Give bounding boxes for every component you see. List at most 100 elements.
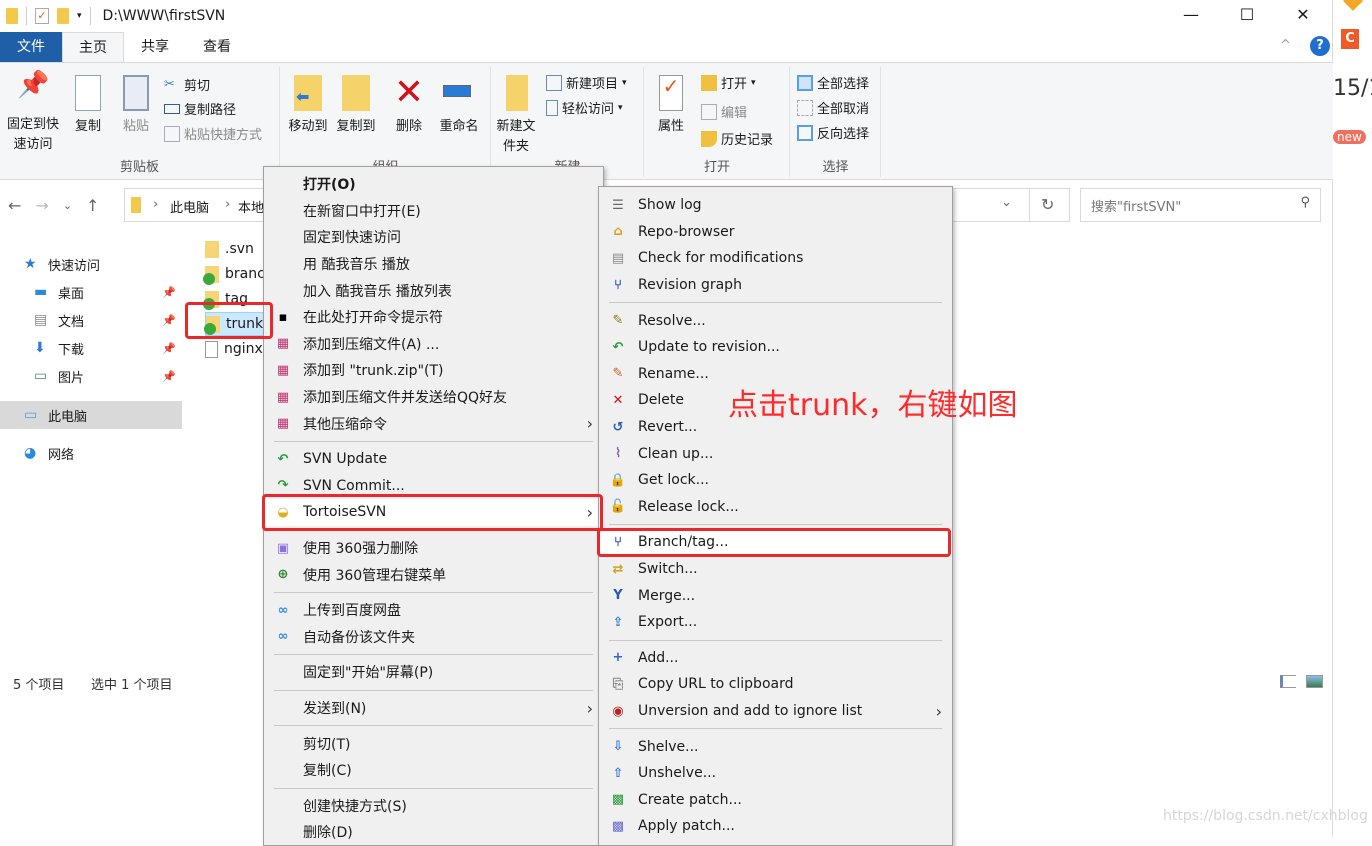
details-view-icon[interactable] [1280,675,1296,688]
forward-icon[interactable]: → [35,196,48,215]
large-icons-view-icon[interactable] [1306,675,1323,688]
address-dropdown-icon[interactable]: ⌄ [1001,195,1012,210]
open-button[interactable]: 打开 ▾ [701,73,756,92]
nav-item[interactable]: ▭ 图片 📌 [0,362,182,390]
menu-item[interactable]: 删除(D) [264,819,603,846]
easy-access-button[interactable]: 轻松访问 ▾ [546,98,623,117]
pin-icon[interactable]: 📌 [162,342,176,355]
nav-item[interactable]: ⬇ 下载 📌 [0,334,182,362]
menu-item[interactable]: ▩ Apply patch... [599,813,952,840]
menu-item[interactable]: ☰ Show log [599,192,952,219]
history-button[interactable]: 历史记录 [701,129,773,148]
menu-item[interactable]: ∞ 自动备份该文件夹 [264,624,603,651]
menu-item[interactable]: ⇄ Switch... [599,556,952,583]
select-none-button[interactable]: 全部取消 [797,98,869,117]
paste-button[interactable]: 粘贴 [118,75,154,137]
menu-item[interactable]: ⊕ 使用 360管理右键菜单 [264,561,603,588]
menu-item[interactable]: 发送到(N) › [264,695,603,722]
close-button[interactable]: ✕ [1275,0,1331,30]
menu-item[interactable]: 剪切(T) [264,730,603,757]
menu-item-label: 打开(O) [303,177,356,194]
menu-item[interactable]: ▦ 添加到压缩文件(A) ... [264,331,603,358]
menu-item[interactable]: Y Merge... [599,582,952,609]
maximize-button[interactable]: ☐ [1219,0,1275,30]
menu-item[interactable]: ▣ 使用 360强力删除 [264,535,603,562]
customize-toolbar-icon[interactable]: ▾ [77,11,82,21]
menu-item[interactable]: 创建快捷方式(S) [264,793,603,820]
add-icon: + [612,650,624,666]
menu-item[interactable]: 加入 酷我音乐 播放列表 [264,277,603,304]
paste-shortcut-button[interactable]: 粘贴快捷方式 [164,124,262,143]
new-folder-button[interactable]: 新建文件夹 [494,75,540,157]
menu-item[interactable]: + Add... [599,645,952,672]
menu-item[interactable]: 打开(O) [264,171,603,198]
tab-home[interactable]: 主页 [62,32,124,62]
select-all-button[interactable]: 全部选择 [797,73,869,92]
menu-item[interactable]: ▪ 在此处打开命令提示符 [264,304,603,331]
help-icon[interactable]: ? [1310,36,1330,56]
menu-item[interactable]: ↶ Update to revision... [599,334,952,361]
breadcrumb-local-disk[interactable]: 本地 [238,197,264,216]
menu-item[interactable]: ⑂ Revision graph [599,272,952,299]
minimize-button[interactable]: — [1163,0,1219,30]
edit-button[interactable]: 编辑 [701,102,747,121]
refresh-icon[interactable]: ↻ [1041,195,1054,214]
menu-item[interactable]: ⇪ Export... [599,609,952,636]
rename-button[interactable]: 重命名 [435,75,483,137]
new-item-button[interactable]: 新建项目 ▾ [546,73,627,92]
menu-item[interactable]: 🔒 Get lock... [599,467,952,494]
menu-item[interactable]: ▦ 添加到压缩文件并发送给QQ好友 [264,384,603,411]
tab-view[interactable]: 查看 [186,32,248,62]
new-folder-quick-icon[interactable] [57,8,69,24]
up-icon[interactable]: ↑ [86,196,99,215]
menu-item[interactable]: 在新窗口中打开(E) [264,198,603,225]
pin-icon[interactable]: 📌 [162,314,176,327]
menu-item[interactable]: ⌂ Repo-browser [599,219,952,246]
menu-item[interactable]: ⌇ Clean up... [599,440,952,467]
invert-selection-button[interactable]: 反向选择 [797,123,869,142]
properties-quick-icon[interactable]: ✓ [35,8,49,24]
delete-button[interactable]: ✕ 删除 [391,75,427,137]
menu-item[interactable]: ▦ 其他压缩命令 › [264,410,603,437]
copy-path-button[interactable]: 复制路径 [164,99,236,118]
pin-icon[interactable]: 📌 [162,286,176,299]
tab-share[interactable]: 共享 [124,32,186,62]
breadcrumb-this-pc[interactable]: 此电脑 [170,197,209,216]
copy-button[interactable]: 复制 [70,75,106,137]
nav-item[interactable]: ▭ 此电脑 [0,401,182,429]
collapse-ribbon-icon[interactable]: ^ [1280,38,1291,53]
copy-to-button[interactable]: 复制到 [333,75,379,137]
menu-item[interactable]: ↶ SVN Update [264,446,603,473]
back-icon[interactable]: ← [8,196,21,215]
menu-item[interactable]: 🔓 Release lock... [599,494,952,521]
pin-quick-access-button[interactable]: 📌 固定到快速访问 [4,72,62,155]
search-input[interactable]: 搜索"firstSVN" ⚲ [1080,188,1321,222]
nav-item[interactable]: ◕ 网络 [0,439,182,467]
menu-item[interactable]: ∞ 上传到百度网盘 [264,597,603,624]
menu-item[interactable]: ⇧ Unshelve... [599,760,952,787]
menu-item[interactable]: 固定到"开始"屏幕(P) [264,659,603,686]
move-to-button[interactable]: ⬅ 移动到 [285,75,331,137]
file-item[interactable]: nginx [205,337,263,361]
file-item[interactable]: .svn [205,237,254,261]
nav-item[interactable]: ▬ 桌面 📌 [0,278,182,306]
properties-button[interactable]: ✓ 属性 [653,75,689,137]
nav-item[interactable]: ▤ 文档 📌 [0,306,182,334]
nav-item[interactable]: ★ 快速访问 [0,250,182,278]
menu-item[interactable]: ✎ Resolve... [599,307,952,334]
search-icon[interactable]: ⚲ [1300,195,1310,210]
menu-item[interactable]: ▤ Check for modifications [599,245,952,272]
menu-item[interactable]: ⎘ Copy URL to clipboard [599,671,952,698]
menu-item[interactable]: 复制(C) [264,757,603,784]
recent-locations-icon[interactable]: ⌄ [63,199,72,212]
pin-icon[interactable]: 📌 [162,370,176,383]
menu-item[interactable]: ◉ Unversion and add to ignore list › [599,698,952,725]
menu-item[interactable]: ▦ 添加到 "trunk.zip"(T) [264,357,603,384]
menu-item[interactable]: ▩ Create patch... [599,787,952,814]
menu-item-label: Unshelve... [638,765,717,782]
menu-item[interactable]: 用 酷我音乐 播放 [264,251,603,278]
menu-item[interactable]: ⇩ Shelve... [599,733,952,760]
menu-item[interactable]: 固定到快速访问 [264,224,603,251]
cut-button[interactable]: ✂ 剪切 [164,75,210,95]
tab-file[interactable]: 文件 [0,32,62,62]
